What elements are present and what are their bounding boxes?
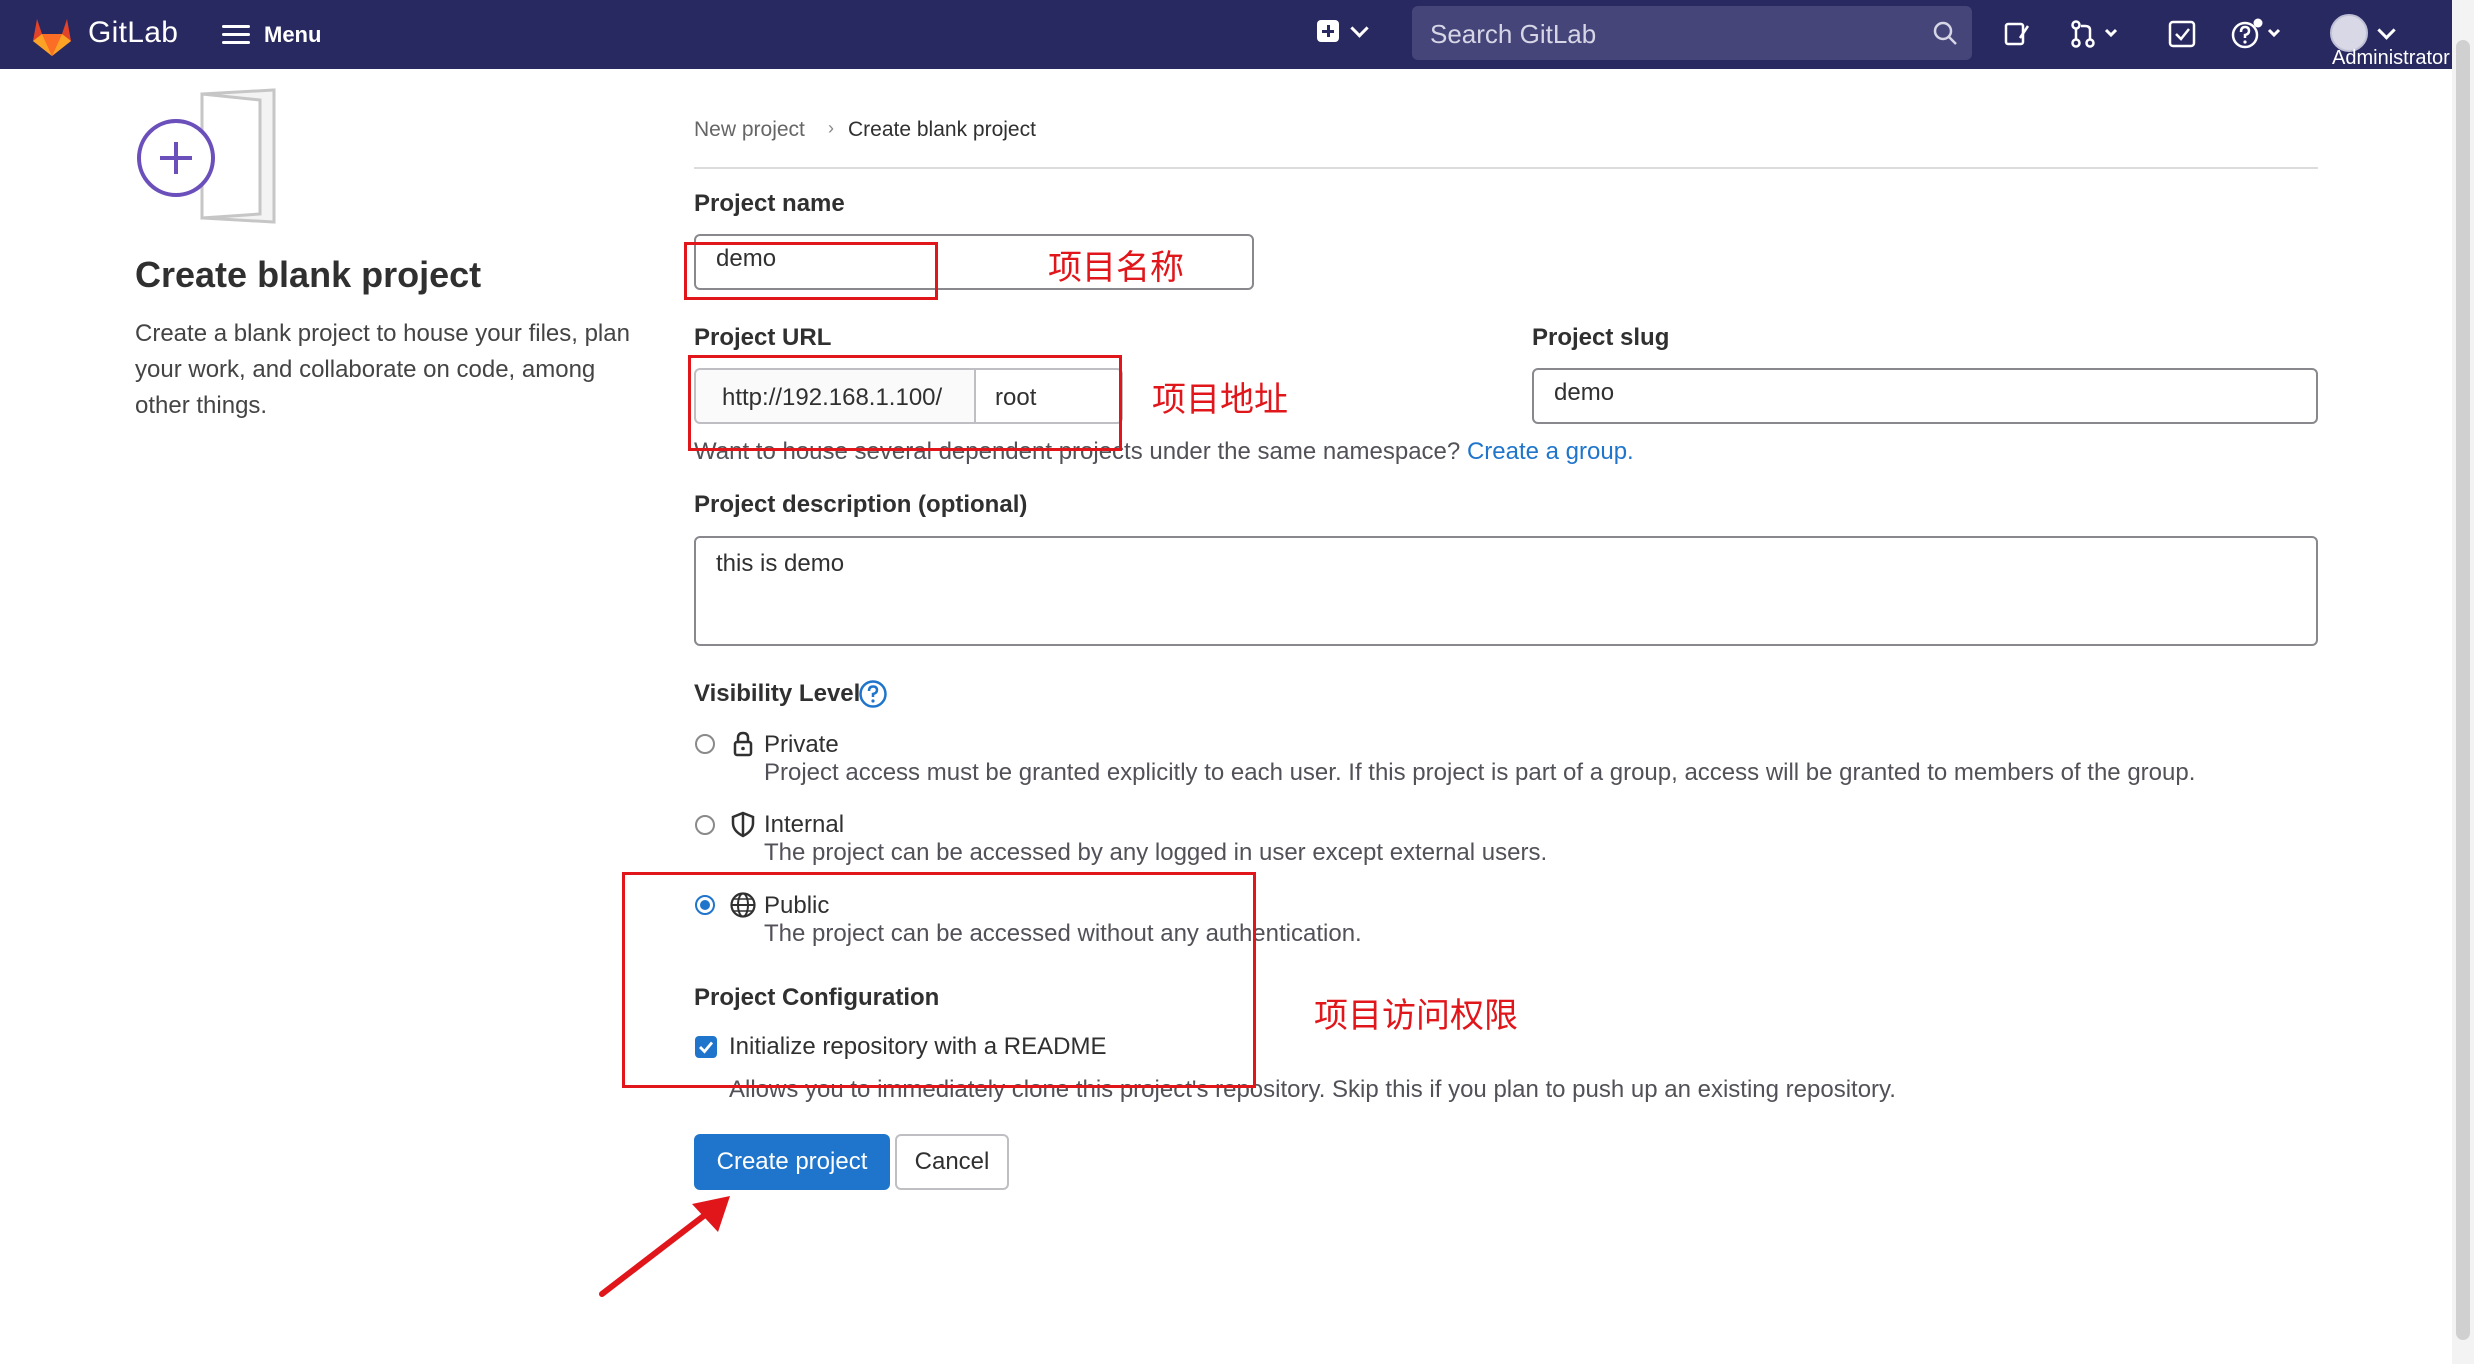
issues-icon[interactable]	[2000, 18, 2032, 50]
chevron-down-icon	[2377, 20, 2396, 40]
annotation-project-url: 项目地址	[1152, 380, 1288, 420]
project-slug-field[interactable]	[1532, 368, 2318, 424]
breadcrumb-divider	[694, 167, 2318, 169]
project-description-textarea[interactable]: this is demo	[714, 548, 2302, 638]
annotation-visibility: 项目访问权限	[1314, 996, 1518, 1036]
hamburger-icon	[222, 24, 250, 46]
visibility-internal-radio[interactable]	[695, 815, 715, 835]
cancel-button[interactable]: Cancel	[895, 1134, 1009, 1190]
menu-button[interactable]: Menu	[222, 18, 321, 52]
chevron-down-icon	[1350, 18, 1369, 38]
project-description-field[interactable]: this is demo	[694, 536, 2318, 646]
scrollbar-thumb[interactable]	[2456, 40, 2470, 1340]
breadcrumb-new-project[interactable]: New project	[694, 118, 805, 142]
annotation-box-visibility	[622, 872, 1256, 1088]
visibility-private-desc: Project access must be granted explicitl…	[764, 759, 2196, 786]
visibility-private-radio[interactable]	[695, 734, 715, 754]
search-box[interactable]	[1412, 6, 1972, 62]
sidebar-title: Create blank project	[135, 254, 482, 295]
visibility-private-title[interactable]: Private	[764, 731, 839, 759]
annotation-project-name: 项目名称	[1048, 248, 1184, 288]
vertical-scrollbar[interactable]	[2452, 0, 2474, 1364]
project-slug-input[interactable]	[1552, 378, 2302, 408]
lock-icon	[733, 731, 753, 757]
gitlab-logo-icon[interactable]	[30, 17, 74, 57]
top-navbar: GitLab Menu Search GitLab Administrator	[0, 0, 2474, 69]
breadcrumb-separator: ›	[828, 118, 834, 138]
create-project-button[interactable]: Create project	[694, 1134, 890, 1190]
question-circle-icon[interactable]	[858, 679, 888, 709]
project-name-label: Project name	[694, 190, 845, 217]
help-dropdown-icon[interactable]	[2230, 18, 2290, 50]
project-url-label: Project URL	[694, 324, 832, 351]
annotation-box-project-url	[688, 355, 1122, 451]
annotation-box-project-name	[684, 242, 938, 300]
new-item-dropdown[interactable]	[1317, 18, 1369, 42]
user-name: Administrator	[2332, 47, 2450, 69]
gitlab-brand[interactable]: GitLab	[88, 16, 178, 50]
sidebar-description: Create a blank project to house your fil…	[135, 320, 630, 419]
search-input[interactable]	[1428, 6, 1926, 62]
blank-project-illustration-icon	[137, 88, 276, 224]
project-slug-label: Project slug	[1532, 324, 1670, 351]
arrow-icon	[599, 1196, 730, 1297]
search-icon	[1933, 21, 1957, 45]
visibility-level-label: Visibility Level	[694, 680, 861, 707]
breadcrumb-create-blank-project[interactable]: Create blank project	[848, 118, 1036, 142]
plus-square-icon	[1317, 20, 1339, 42]
visibility-internal-desc: The project can be accessed by any logge…	[764, 839, 1548, 866]
visibility-internal-title[interactable]: Internal	[764, 811, 844, 839]
todo-icon[interactable]	[2166, 18, 2198, 50]
project-description-label: Project description (optional)	[694, 491, 1028, 518]
menu-label: Menu	[264, 22, 322, 47]
shield-icon	[731, 811, 755, 838]
merge-requests-icon[interactable]	[2068, 18, 2128, 50]
create-group-link[interactable]: Create a group.	[1467, 438, 1634, 465]
